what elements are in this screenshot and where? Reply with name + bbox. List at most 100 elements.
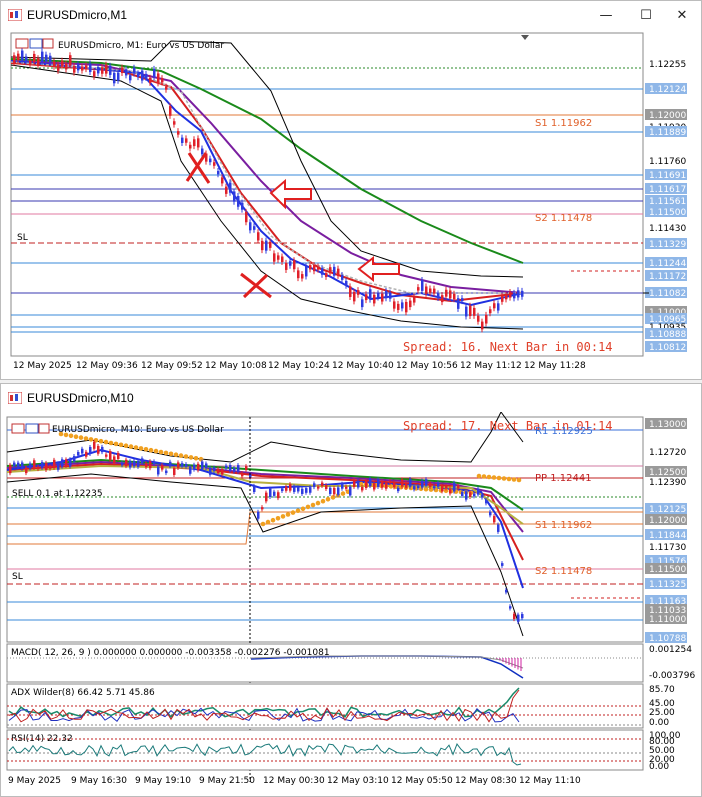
time-tick: 12 May 05:50 xyxy=(391,776,453,786)
candle-body xyxy=(277,255,280,260)
candle-body xyxy=(397,303,400,310)
candle-body xyxy=(317,486,320,489)
candle-body xyxy=(257,232,260,241)
candle-body xyxy=(193,139,196,147)
candle-body xyxy=(245,466,248,470)
candle-body xyxy=(413,296,416,303)
candle-body xyxy=(25,56,28,62)
candle-body xyxy=(133,461,136,467)
candle-body xyxy=(401,302,404,309)
psar-dot xyxy=(113,441,119,447)
price-tick: 1.12125 xyxy=(649,505,686,515)
candle-body xyxy=(45,462,48,470)
psar-dot xyxy=(83,436,89,441)
psar-dot xyxy=(496,475,502,481)
price-chart-m10[interactable]: EURUSDmicro, M10: Euro vs US Dollar Spre… xyxy=(1,412,701,796)
candle-body xyxy=(149,461,152,469)
candle-body xyxy=(421,280,424,291)
candle-body xyxy=(277,492,280,499)
candle-body xyxy=(345,486,348,489)
time-tick: 9 May 2025 xyxy=(8,776,61,786)
chart-window-m10[interactable]: EURUSDmicro,M10 EURUSDmicro, M10: Euro v… xyxy=(0,383,702,797)
candle-body xyxy=(13,55,16,63)
psar-dot xyxy=(388,484,394,489)
psar-dot xyxy=(188,455,194,460)
candle-body xyxy=(41,51,44,63)
candle-body xyxy=(37,58,40,66)
time-tick: 12 May 2025 xyxy=(13,361,72,371)
price-tick: 1.12000 xyxy=(649,111,686,121)
price-tick: 1.11730 xyxy=(649,543,686,553)
candle-body xyxy=(269,241,272,248)
psar-dot xyxy=(501,476,507,481)
candle-body xyxy=(285,262,288,270)
psar-dot xyxy=(88,437,94,442)
candle-body xyxy=(245,211,248,223)
chart-window-m1[interactable]: EURUSDmicro,M1 — ☐ ✕ EURUSDmicro, M1: Eu… xyxy=(0,0,702,380)
candle-body xyxy=(349,286,352,297)
time-tick: 12 May 03:10 xyxy=(327,776,389,786)
close-button[interactable]: ✕ xyxy=(667,5,697,27)
candle-body xyxy=(189,144,192,149)
psar-dot xyxy=(260,521,266,527)
candle-body xyxy=(265,492,268,502)
candle-body xyxy=(229,182,232,193)
candle-body xyxy=(305,488,308,493)
candle-body xyxy=(465,306,468,317)
minimize-button[interactable]: — xyxy=(591,5,621,27)
candle-body xyxy=(101,67,104,74)
candle-body xyxy=(469,492,472,497)
candle-body xyxy=(381,481,384,488)
candle-body xyxy=(353,479,356,487)
candle-body xyxy=(361,487,364,491)
psar-dot xyxy=(305,504,311,510)
time-tick: 9 May 21:50 xyxy=(199,776,255,786)
candle-body xyxy=(493,516,496,523)
candle-body xyxy=(149,77,152,83)
candle-body xyxy=(213,162,216,166)
candle-body xyxy=(165,86,168,90)
candle-body xyxy=(485,314,488,324)
candle-body xyxy=(113,72,116,84)
candle-body xyxy=(305,266,308,277)
psar-dot xyxy=(285,512,291,517)
price-tick: 1.11844 xyxy=(649,531,686,541)
window-titlebar[interactable]: EURUSDmicro,M10 xyxy=(1,384,701,412)
candle-body xyxy=(85,65,88,70)
candle-body xyxy=(329,267,332,274)
candle-body xyxy=(429,288,432,293)
price-chart-m1[interactable]: EURUSDmicro, M1: Euro vs US Dollar 1.122… xyxy=(1,31,701,379)
candle-body xyxy=(105,454,108,457)
candle-body xyxy=(65,459,68,467)
window-titlebar[interactable]: EURUSDmicro,M1 — ☐ ✕ xyxy=(1,1,701,31)
candle-body xyxy=(337,487,340,495)
time-tick: 12 May 09:36 xyxy=(76,361,138,371)
psar-dot xyxy=(265,519,271,525)
spread-countdown: Spread: 16. Next Bar in 00:14 xyxy=(403,340,613,354)
candle-body xyxy=(521,614,524,619)
psar-dot xyxy=(330,495,336,500)
candle-body xyxy=(465,491,468,500)
candle-body xyxy=(405,301,408,313)
maximize-button[interactable]: ☐ xyxy=(631,5,661,27)
candle-body xyxy=(505,295,508,300)
candle-body xyxy=(181,463,184,467)
time-tick: 12 May 08:30 xyxy=(455,776,517,786)
candle-body xyxy=(173,467,176,475)
candle-body xyxy=(197,138,200,148)
candle-body xyxy=(157,73,160,84)
candle-body xyxy=(181,137,184,143)
candle-body xyxy=(77,64,80,71)
price-tick: 1.10812 xyxy=(649,343,686,353)
candle-body xyxy=(373,483,376,490)
price-tick: 1.12255 xyxy=(649,60,686,70)
candle-body xyxy=(77,451,80,456)
chart-app-icon xyxy=(8,9,22,21)
candle-body xyxy=(269,488,272,498)
candle-body xyxy=(325,273,328,277)
price-tick: 1.10788 xyxy=(649,634,686,644)
candle-body xyxy=(521,290,524,297)
candle-body xyxy=(477,315,480,322)
price-tick: 1.11325 xyxy=(649,580,686,590)
sl-label: SL xyxy=(17,233,28,243)
